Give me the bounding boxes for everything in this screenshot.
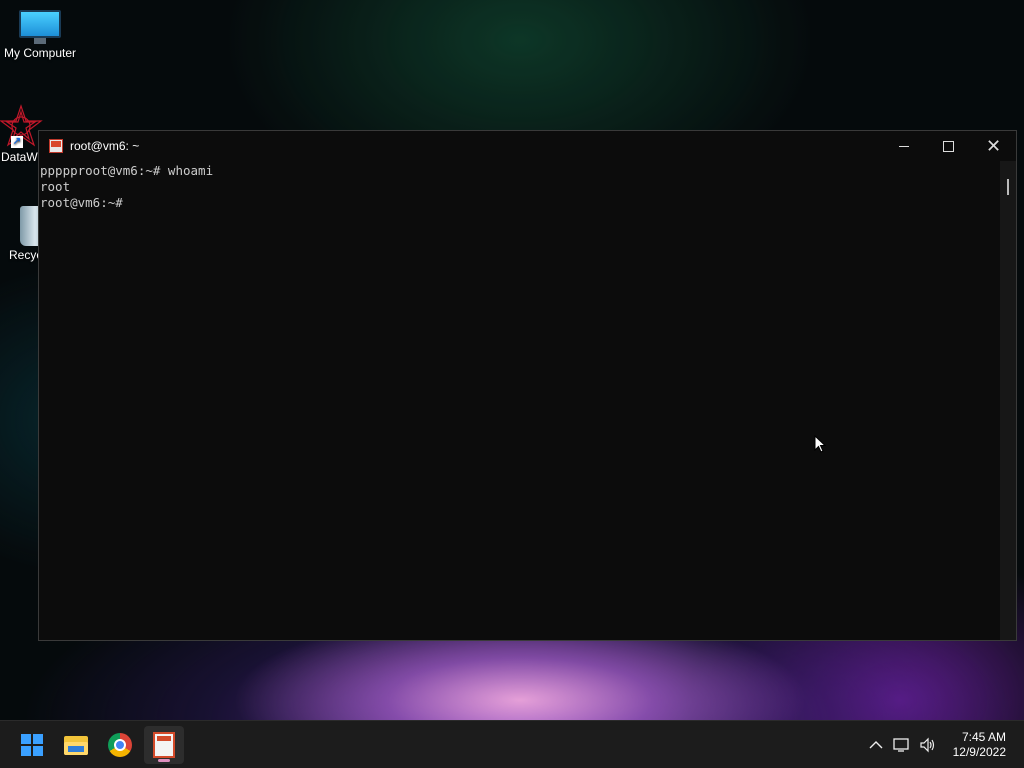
terminal-taskbar-button[interactable]: [144, 726, 184, 764]
windows-start-icon: [21, 734, 43, 756]
terminal-line: root@vm6:~#: [40, 195, 131, 210]
volume-icon[interactable]: [916, 733, 940, 757]
shortcut-arrow-icon: ↗: [11, 136, 23, 148]
terminal-output[interactable]: ppppproot@vm6:~# whoami root root@vm6:~#: [39, 161, 1000, 640]
desktop-icon-my-computer[interactable]: My Computer: [0, 10, 80, 60]
mouse-pointer-icon: [814, 434, 827, 453]
chevron-up-icon[interactable]: [864, 733, 888, 757]
terminal-icon: [153, 732, 175, 758]
terminal-window[interactable]: root@vm6: ~ ✕ ppppproot@vm6:~# whoami roo…: [38, 130, 1017, 641]
terminal-scrollbar[interactable]: [1000, 161, 1016, 640]
maximize-icon: [943, 140, 954, 152]
file-explorer-icon: [64, 735, 88, 755]
active-app-indicator: [158, 759, 170, 762]
scroll-thumb[interactable]: [1007, 179, 1009, 195]
terminal-line: root: [40, 179, 71, 194]
start-button[interactable]: [12, 726, 52, 764]
clock[interactable]: 7:45 AM 12/9/2022: [953, 730, 1006, 760]
minimize-icon: [898, 145, 909, 147]
file-explorer-button[interactable]: [56, 726, 96, 764]
computer-icon: [19, 10, 61, 44]
clock-date: 12/9/2022: [952, 745, 1006, 759]
star-shortcut-icon: ↗: [0, 104, 43, 148]
clock-time: 7:45 AM: [961, 730, 1006, 744]
maximize-button[interactable]: [926, 131, 971, 161]
close-icon: ✕: [985, 135, 1002, 156]
terminal-line: ppppproot@vm6:~# whoami: [40, 163, 214, 178]
desktop-icon-label: My Computer: [3, 46, 77, 60]
system-tray: 7:45 AM 12/9/2022: [863, 721, 1024, 768]
terminal-app-icon: [49, 139, 63, 153]
taskbar: 7:45 AM 12/9/2022: [0, 720, 1024, 768]
close-button[interactable]: ✕: [971, 131, 1016, 161]
minimize-button[interactable]: [881, 131, 926, 161]
chrome-icon: [108, 733, 132, 757]
chrome-button[interactable]: [100, 726, 140, 764]
window-titlebar[interactable]: root@vm6: ~ ✕: [39, 131, 1016, 161]
network-icon[interactable]: [890, 733, 914, 757]
window-title: root@vm6: ~: [70, 139, 140, 153]
